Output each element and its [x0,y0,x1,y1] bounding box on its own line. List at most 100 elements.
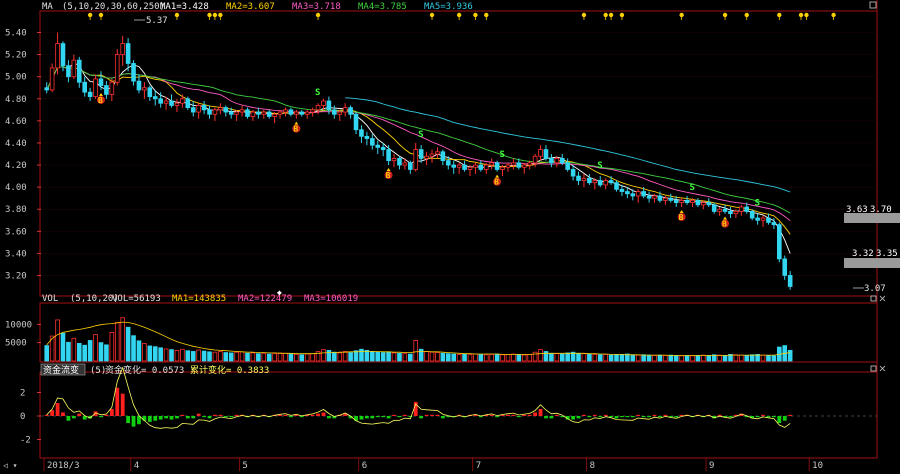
candle-body-15 [125,43,131,64]
volume-bar-36 [239,351,245,362]
ind-cumulative-line [46,366,791,429]
vol-legend-name[interactable]: VOL [42,294,58,304]
volume-bar-71 [429,351,435,362]
candle-body-66 [402,162,408,166]
vol-ma1-legend: MA1=143835 [172,294,226,304]
ma2-legend: MA2=3.607 [226,2,275,12]
volume-bar-21 [158,347,163,362]
x-tick-label-7: 10 [812,461,823,471]
ind-b-legend: 累计变化= 0.3833 [190,364,269,376]
event-dot-10 [484,12,489,18]
candle-body-51 [321,100,326,106]
candle-body-120 [695,199,701,206]
candle-body-133 [766,217,771,223]
candle-body-129 [744,206,750,212]
volume-bar-33 [223,352,229,362]
ind-bar-114 [663,414,668,416]
volume-bar-74 [445,353,451,362]
sell-marker-0: S [315,88,320,98]
ind-close-icon[interactable] [879,365,886,372]
ind-bar-62 [381,416,386,418]
ind-bar-3 [61,412,65,416]
volume-bar-28 [196,349,201,362]
volume-bar-22 [163,348,169,362]
ind-bar-90 [533,412,538,416]
ind-tick-label-0: 2 [20,388,25,398]
candle-body-112 [652,195,657,199]
candle-body-11 [104,85,109,95]
chart-canvas[interactable]: MA (5,10,20,30,60,250) MA1=3.428 MA2=3.6… [0,0,900,471]
vol-settings-icon[interactable] [870,295,877,302]
price-tick-label-4: 4.60 [5,117,27,127]
ind-bar-134 [771,416,776,418]
volume-bar-49 [310,353,315,362]
volume-bar-95 [559,353,565,362]
event-dot-7 [429,12,435,18]
ind-bar-104 [609,416,613,418]
ind-bar-32 [218,414,223,416]
ind-bar-65 [397,416,402,418]
volume-bar-19 [147,345,153,362]
ind-bar-25 [180,414,185,416]
candle-body-21 [158,98,163,104]
candle-body-74 [445,160,451,166]
volume-bar-101 [592,353,598,362]
volume-bar-113 [657,354,663,362]
ma-legend-name[interactable]: MA [42,2,53,12]
ind-panel-controls[interactable] [870,365,886,372]
ind-bar-94 [554,414,559,416]
candle-body-97 [570,169,576,177]
ind-legend-name[interactable]: 资金流变 [43,364,79,376]
candle-body-13 [114,54,120,83]
candle-body-4 [66,65,71,78]
candle-body-125 [722,208,728,212]
price-tick-label-10: 3.40 [5,249,27,259]
volume-bar-82 [489,353,494,362]
volume-bar-125 [722,355,728,362]
candle-body-101 [592,180,598,184]
candle-body-10 [98,78,104,86]
ind-bar-137 [788,414,793,416]
candle-body-18 [142,87,147,91]
maximize-icon[interactable] [869,1,877,9]
price-tag-bottom-b: 3.35 [876,249,898,259]
vol-panel-controls[interactable] [870,295,886,302]
volume-bar-134 [771,355,777,362]
volume-bar-72 [435,352,440,362]
indicator-layer [44,366,793,429]
ind-bar-20 [153,416,158,421]
ind-bar-22 [164,416,168,419]
ind-settings-icon[interactable] [870,365,877,372]
volume-bar-65 [397,352,402,362]
candle-body-113 [657,195,663,201]
volume-bar-40 [261,352,267,362]
ma5-legend: MA5=3.936 [424,2,473,12]
candle-body-56 [348,107,353,115]
event-layer[interactable] [87,12,836,20]
volume-bar-4 [66,341,71,362]
volume-bar-75 [451,353,457,362]
candle-body-127 [733,211,739,215]
main-panel-controls[interactable] [869,1,877,9]
candle-body-128 [739,206,744,212]
volume-ma-line [46,321,791,356]
ind-bar-72 [435,414,440,416]
price-tick-label-5: 4.40 [5,139,27,149]
candle-body-31 [212,109,218,115]
volume-bar-117 [679,355,684,362]
volume-bar-0 [44,345,50,362]
period-selector-icon[interactable]: ◁ ▾ [3,461,17,470]
candle-body-109 [635,191,641,197]
candle-body-105 [614,182,619,190]
candle-body-137 [787,275,793,287]
volume-bar-53 [332,351,337,362]
volume-bar-98 [576,352,581,362]
ind-bar-110 [641,416,646,418]
vol-close-icon[interactable] [879,295,886,302]
candle-body-65 [397,158,402,166]
ind-bar-93 [549,416,554,419]
ind-bar-73 [440,416,445,419]
volume-bar-14 [120,317,125,362]
volume-bar-44 [283,352,288,362]
candle-body-110 [641,191,646,197]
